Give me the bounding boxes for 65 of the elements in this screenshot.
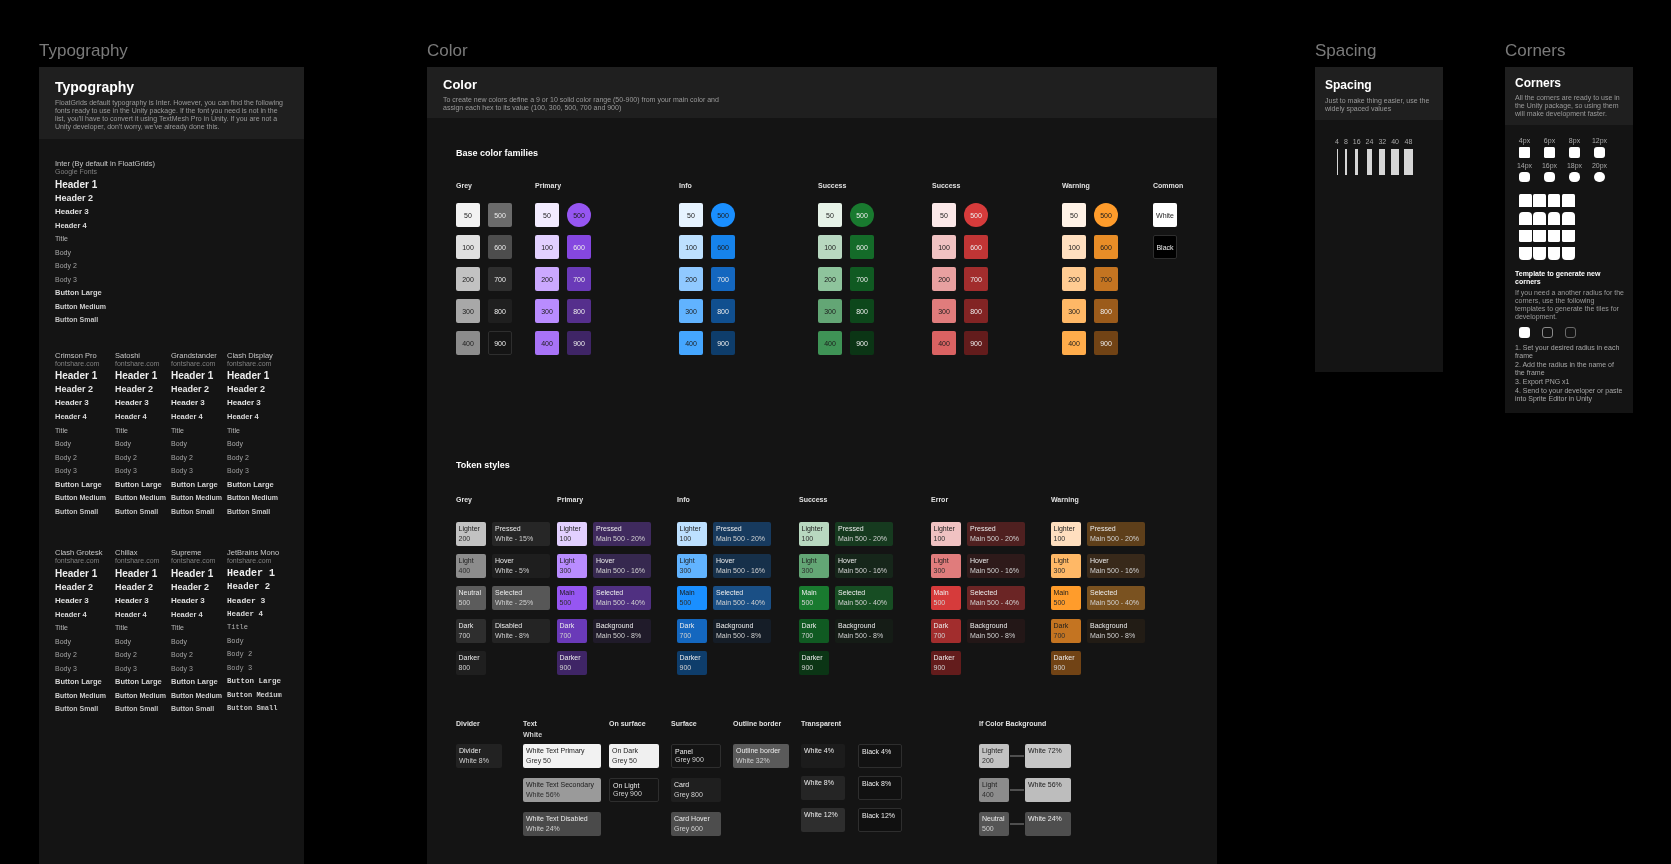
spacing-bar xyxy=(1367,149,1372,175)
rounded-tile-icon xyxy=(1547,194,1561,208)
spacing-bar xyxy=(1355,149,1359,175)
type-sample: Header 2 xyxy=(227,582,271,592)
section-title: Base color families xyxy=(456,148,539,159)
rounded-tile-icon xyxy=(1519,247,1532,261)
rounded-tile-icon xyxy=(1562,247,1575,261)
type-sample: Header 2 xyxy=(55,385,94,395)
type-sample: Header 1 xyxy=(55,179,98,190)
type-sample: Header 1 xyxy=(115,568,158,579)
type-sample: Header 3 xyxy=(55,399,89,408)
panel-title: Typography xyxy=(55,78,135,96)
rounded-tile-icon xyxy=(1533,194,1547,208)
spacing-bar xyxy=(1379,149,1386,175)
rounded-square-icon xyxy=(1569,147,1580,158)
connector-line xyxy=(1010,822,1024,825)
type-sample: Header 3 xyxy=(227,399,261,408)
type-sample: Header 2 xyxy=(55,582,94,592)
type-sample: Header 2 xyxy=(115,582,154,592)
rounded-tile-icon xyxy=(1533,247,1547,261)
type-sample: Header 1 xyxy=(171,568,214,579)
section-title: Token styles xyxy=(456,460,510,471)
type-sample: Header 3 xyxy=(55,207,89,216)
type-sample: Header 2 xyxy=(115,385,154,395)
type-sample: Header 3 xyxy=(115,399,149,408)
type-sample: Header 1 xyxy=(55,371,98,382)
panel-title: Corners xyxy=(1515,76,1561,91)
rounded-tile-icon xyxy=(1533,229,1547,243)
rounded-tile-icon xyxy=(1519,212,1532,225)
type-sample: Header 1 xyxy=(171,371,214,382)
type-sample: Header 1 xyxy=(227,371,270,382)
rounded-tile-icon xyxy=(1547,229,1561,243)
rounded-outline-icon xyxy=(1542,327,1553,338)
type-sample: Header 3 xyxy=(171,399,205,408)
rounded-square-icon xyxy=(1544,147,1555,158)
spacing-bar xyxy=(1404,149,1413,175)
type-sample: Header 3 xyxy=(115,596,149,605)
rounded-tile-icon xyxy=(1547,212,1561,225)
type-sample: Header 3 xyxy=(55,596,89,605)
type-sample: Header 3 xyxy=(171,596,205,605)
type-sample: Header 1 xyxy=(115,371,158,382)
type-sample: Header 2 xyxy=(171,385,210,395)
connector-line xyxy=(1010,754,1024,757)
frame-label: Corners xyxy=(1505,41,1566,62)
type-sample: Header 2 xyxy=(227,385,266,395)
panel-title: Spacing xyxy=(1325,78,1372,93)
rounded-tile-icon xyxy=(1519,229,1532,243)
panel-title: Color xyxy=(443,77,477,93)
spacing-bar xyxy=(1391,149,1399,175)
rounded-tile-icon xyxy=(1519,194,1532,208)
type-sample: Header 3 xyxy=(227,596,266,605)
rounded-outline-icon xyxy=(1565,327,1576,338)
rounded-tile-icon xyxy=(1547,247,1561,261)
frame-label: Color xyxy=(427,41,468,62)
type-sample: Header 1 xyxy=(227,568,275,579)
rounded-tile-icon xyxy=(1562,194,1575,208)
type-sample: Header 1 xyxy=(55,568,98,579)
frame-label: Typography xyxy=(39,41,128,62)
type-sample: Header 2 xyxy=(55,193,94,203)
rounded-tile-icon xyxy=(1533,212,1547,225)
frame-label: Spacing xyxy=(1315,41,1377,62)
rounded-tile-icon xyxy=(1562,229,1575,243)
type-sample: Header 2 xyxy=(171,582,210,592)
rounded-square-icon xyxy=(1519,147,1530,158)
rounded-tile-icon xyxy=(1562,212,1575,225)
